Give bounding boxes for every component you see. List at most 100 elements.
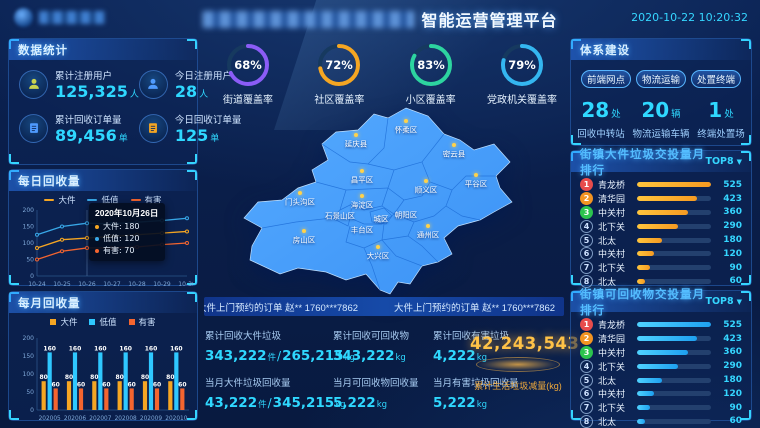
svg-text:60: 60 xyxy=(153,381,161,388)
order-ticker: 大件上门预约的订单 赵** 1760***7862大件上门预约的订单 赵** 1… xyxy=(204,297,564,316)
svg-text:80: 80 xyxy=(90,374,98,381)
rank-badge: 4 xyxy=(580,360,593,373)
district-label[interactable]: 门头沟区 xyxy=(285,197,315,208)
district-name: 中关村 xyxy=(598,387,634,400)
svg-text:60: 60 xyxy=(178,381,186,388)
system-item: 1处 终端处置场 xyxy=(691,98,751,140)
panel-data-stats: 数据统计 累计注册用户 125,325人 今日注册用户 28人 xyxy=(8,38,198,165)
legend-item[interactable]: 大件 xyxy=(50,316,77,328)
stats-grid: 累计注册用户 125,325人 今日注册用户 28人 累计回收订单量 xyxy=(9,60,197,148)
district-name: 中关村 xyxy=(598,247,634,260)
rank-bar-track xyxy=(637,391,711,396)
ranking-row: 8 北太 60 xyxy=(580,415,742,428)
panel-title: 数据统计 xyxy=(18,42,68,58)
rank-bar-fill xyxy=(637,405,650,410)
top8-dropdown[interactable]: TOP8▼ xyxy=(705,156,742,167)
bottom-stat-item: 当月大件垃圾回收量 43,222件/345,215kg xyxy=(205,375,325,420)
district-label[interactable]: 怀柔区 xyxy=(395,125,418,136)
district-label[interactable]: 密云县 xyxy=(443,149,466,160)
rank-bar-track xyxy=(637,238,711,243)
gauge-ring: 83% xyxy=(408,42,454,88)
svg-text:202005: 202005 xyxy=(39,416,61,422)
ranking-row: 7 北下关 90 xyxy=(580,401,742,415)
legend-item[interactable]: 低值 xyxy=(89,316,116,328)
svg-text:80: 80 xyxy=(141,374,149,381)
ranking-row: 4 北下关 290 xyxy=(580,219,742,233)
rank-bar-fill xyxy=(637,378,662,383)
rank-badge: 7 xyxy=(580,261,593,274)
svg-text:100: 100 xyxy=(23,371,35,378)
rank-badge: 6 xyxy=(580,247,593,260)
rank-badge: 5 xyxy=(580,234,593,247)
stat-orders-total: 累计回收订单量 89,456单 xyxy=(19,112,139,144)
tooltip-row: 低值: 120 xyxy=(95,233,159,245)
ranking-row: 6 中关村 120 xyxy=(580,387,742,401)
rank-value: 90 xyxy=(717,403,742,413)
district-label[interactable]: 顺义区 xyxy=(415,185,438,196)
district-label[interactable]: 昌平区 xyxy=(351,175,374,186)
rank-value: 423 xyxy=(717,334,742,344)
tab-disposal-terminal[interactable]: 处置终端 xyxy=(691,70,741,88)
ranking-row: 5 北太 180 xyxy=(580,233,742,247)
monthly-bar-chart: 0501001502002020058016060202006801606020… xyxy=(13,328,193,422)
svg-text:60: 60 xyxy=(77,381,85,388)
ranking-row: 1 青龙桥 525 xyxy=(580,178,742,192)
panel-header: 街镇可回收物交投量月排行 TOP8▼ xyxy=(571,291,751,312)
rank-bar-fill xyxy=(637,210,688,215)
bottom-stat-value: 343,222件/265,215kg xyxy=(205,345,325,364)
ranking-row: 3 中关村 360 xyxy=(580,206,742,220)
svg-text:80: 80 xyxy=(166,374,174,381)
redacted-title-prefix xyxy=(202,11,414,28)
tab-front-end-outlets[interactable]: 前端网点 xyxy=(581,70,631,88)
rank-badge: 7 xyxy=(580,401,593,414)
svg-text:10-26: 10-26 xyxy=(78,281,96,288)
ranking-row: 2 清华园 423 xyxy=(580,332,742,346)
glow-pedestal-decoration xyxy=(476,357,560,372)
ranking-row: 4 北下关 290 xyxy=(580,359,742,373)
district-label[interactable]: 大兴区 xyxy=(367,251,390,262)
bottom-stat-value: 343,222kg xyxy=(333,345,425,364)
rank-bar-track xyxy=(637,279,711,284)
ranking-row: 6 中关村 120 xyxy=(580,247,742,261)
svg-text:160: 160 xyxy=(119,345,132,352)
legend-item[interactable]: 大件 xyxy=(44,194,75,206)
district-label[interactable]: 海淀区 xyxy=(351,200,374,211)
top8-dropdown[interactable]: TOP8▼ xyxy=(705,296,742,307)
panel-recyclable-ranking: 街镇可回收物交投量月排行 TOP8▼ 1 青龙桥 5252 清华园 4233 中… xyxy=(570,290,752,421)
rank-bar-fill xyxy=(637,336,697,341)
district-label[interactable]: 平谷区 xyxy=(465,179,488,190)
district-label[interactable]: 石景山区 xyxy=(325,211,355,222)
tab-logistics[interactable]: 物流运输 xyxy=(636,70,686,88)
monthly-legend: 大件 低值 有害 xyxy=(13,315,193,328)
svg-text:60: 60 xyxy=(102,381,110,388)
district-label[interactable]: 房山区 xyxy=(293,235,316,246)
district-label[interactable]: 延庆县 xyxy=(345,139,368,150)
rank-bar-fill xyxy=(637,224,678,229)
svg-text:160: 160 xyxy=(69,345,82,352)
svg-text:10-25: 10-25 xyxy=(53,281,71,288)
svg-text:50: 50 xyxy=(26,257,34,264)
rank-bar-fill xyxy=(637,350,688,355)
district-label[interactable]: 城区 xyxy=(374,214,389,225)
order-icon xyxy=(19,114,48,143)
gauge-ring: 79% xyxy=(499,42,545,88)
total-reduction-value: 42,243,543 xyxy=(470,334,566,353)
total-reduction-widget: 42,243,543 累计生活垃圾减量(kg) xyxy=(470,334,566,392)
stat-label: 累计注册用户 xyxy=(55,68,139,82)
panel-monthly-recycling: 每月回收量 大件 低值 有害 0501001502002020058016060… xyxy=(8,291,198,421)
svg-text:202008: 202008 xyxy=(115,416,137,422)
svg-text:60: 60 xyxy=(127,381,135,388)
legend-item[interactable]: 有害 xyxy=(129,316,156,328)
district-label[interactable]: 丰台区 xyxy=(351,225,374,236)
rank-value: 525 xyxy=(717,180,742,190)
rank-value: 423 xyxy=(717,194,742,204)
svg-text:80: 80 xyxy=(39,374,47,381)
rank-bar-fill xyxy=(637,322,711,327)
ranking-row: 1 青龙桥 525 xyxy=(580,318,742,332)
district-label[interactable]: 朝阳区 xyxy=(395,210,418,221)
rank-value: 60 xyxy=(717,416,742,426)
ranking-list: 1 青龙桥 5252 清华园 4233 中关村 3604 北下关 2905 北太… xyxy=(571,312,751,428)
chevron-down-icon: ▼ xyxy=(737,158,742,166)
app-logo xyxy=(14,8,105,27)
district-label[interactable]: 通州区 xyxy=(417,230,440,241)
